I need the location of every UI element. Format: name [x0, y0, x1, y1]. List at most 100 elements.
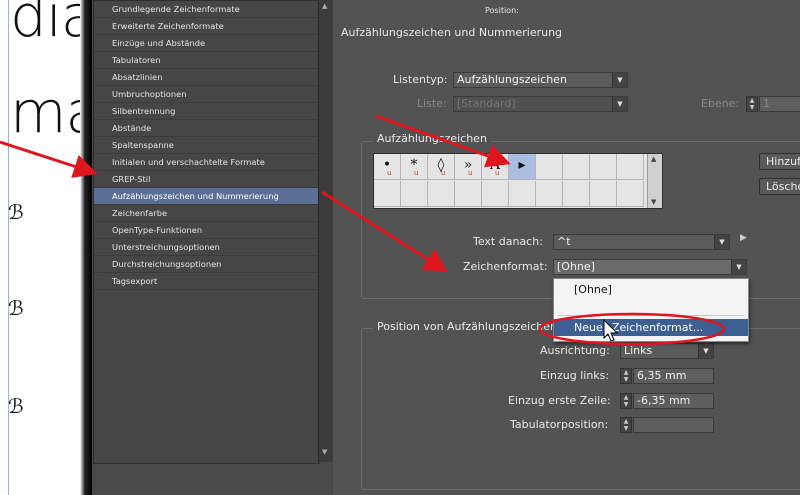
glyph-cell[interactable]: * u — [401, 154, 428, 180]
unicode-marker: u — [441, 169, 446, 177]
menu-item-neues-zeichenformat[interactable]: Neues Zeichenformat... — [554, 319, 748, 336]
category-item[interactable]: GREP-Stil — [94, 171, 319, 188]
glyph-cell[interactable] — [590, 154, 617, 180]
einzug-erste-label: Einzug erste Zeile: — [508, 394, 611, 407]
glyph-cell[interactable] — [374, 181, 401, 207]
zeichenformat-popup-menu[interactable]: [Ohne] Neues Zeichenformat... — [553, 278, 749, 342]
glyph-cell[interactable] — [509, 181, 536, 207]
zeichenformat-value: [Ohne] — [557, 260, 595, 273]
glyph-grid-scrollbar[interactable]: ▲ ▼ — [647, 154, 662, 208]
scroll-down-icon[interactable]: ▼ — [651, 198, 656, 206]
bullets-group-title: Aufzählungszeichen — [373, 132, 491, 145]
liste-dropdown[interactable]: [Standard] ▼ — [453, 96, 628, 112]
zeichenformat-dropdown[interactable]: [Ohne] ▼ — [553, 259, 747, 275]
guide-line — [8, 0, 9, 495]
ebene-stepper[interactable]: ▲ ▼ — [746, 96, 758, 112]
tabulator-field[interactable] — [633, 417, 714, 433]
glyph-cell[interactable] — [536, 181, 563, 207]
ausrichtung-dropdown[interactable]: Links ▼ — [620, 343, 714, 359]
text-danach-label: Text danach: — [473, 235, 543, 248]
glyph-cell[interactable] — [536, 154, 563, 180]
category-item[interactable]: Abstände — [94, 120, 319, 137]
einzug-erste-field[interactable]: -6,35 mm — [633, 393, 714, 409]
bullet-glyph: ℬ — [8, 200, 24, 224]
category-item[interactable]: Initialen und verschachtelte Formate — [94, 154, 319, 171]
liste-label: Liste: — [417, 97, 447, 110]
scroll-down-icon[interactable]: ▼ — [322, 448, 327, 456]
category-item[interactable]: Spaltenspanne — [94, 137, 319, 154]
category-item[interactable]: Silbentrennung — [94, 103, 319, 120]
chevron-down-icon[interactable]: ▼ — [698, 344, 713, 358]
chevron-down-icon[interactable]: ▼ — [612, 97, 627, 111]
special-char-menu-icon[interactable]: ▶ — [740, 233, 747, 243]
liste-value: [Standard] — [457, 97, 516, 110]
category-item[interactable]: Unterstreichungsoptionen — [94, 239, 319, 256]
category-item[interactable]: Absatzlinien — [94, 69, 319, 86]
text-danach-value: ^t — [557, 235, 571, 248]
glyph-cell[interactable] — [617, 154, 644, 180]
delete-button[interactable]: Löschen — [759, 178, 800, 195]
zeichenformat-label: Zeichenformat: — [463, 260, 548, 273]
document-canvas: dia ma ℬ ℬ ℬ — [0, 0, 92, 495]
category-item[interactable]: Tagsexport — [94, 273, 319, 290]
glyph-cell[interactable] — [482, 181, 509, 207]
text-danach-dropdown[interactable]: ^t ▼ — [553, 234, 730, 250]
chevron-down-icon[interactable]: ▼ — [714, 235, 729, 249]
glyph-cell[interactable] — [563, 181, 590, 207]
einzug-erste-stepper[interactable]: ▲ ▼ — [620, 393, 632, 409]
category-item[interactable]: Durchstreichungsoptionen — [94, 256, 319, 273]
einzug-links-field[interactable]: 6,35 mm — [633, 368, 714, 384]
unicode-marker: u — [387, 169, 392, 177]
tabulator-stepper[interactable]: ▲ ▼ — [620, 417, 632, 433]
glyph-cell[interactable] — [428, 181, 455, 207]
chevron-down-icon[interactable]: ▼ — [612, 73, 627, 87]
unicode-marker: u — [468, 169, 473, 177]
glyph-char: ▸ — [518, 157, 526, 173]
glyph-cell[interactable] — [401, 181, 428, 207]
glyph-cell[interactable] — [563, 154, 590, 180]
tabulator-label: Tabulatorposition: — [510, 418, 609, 431]
bullet-glyph: ℬ — [8, 296, 24, 320]
einzug-links-stepper[interactable]: ▲ ▼ — [620, 368, 632, 384]
glyph-cell[interactable] — [590, 181, 617, 207]
glyph-cell[interactable] — [617, 181, 644, 207]
scroll-up-icon[interactable]: ▲ — [651, 155, 656, 163]
category-item[interactable]: OpenType-Funktionen — [94, 222, 319, 239]
scroll-up-icon[interactable]: ▲ — [322, 2, 327, 10]
bullet-glyph: ℬ — [8, 394, 24, 418]
glyph-cell[interactable]: Au — [482, 154, 509, 180]
section-title: Aufzählungszeichen und Nummerierung — [341, 26, 563, 39]
unicode-marker: u — [414, 169, 419, 177]
category-list[interactable]: Grundlegende Zeichenformate Erweiterte Ze… — [93, 0, 320, 464]
chevron-down-icon[interactable]: ▼ — [731, 260, 746, 274]
options-panel: Position: Aufzählungszeichen und Nummeri… — [333, 0, 800, 495]
category-item[interactable]: Erweiterte Zeichenformate — [94, 18, 319, 35]
category-item[interactable]: Einzüge und Abstände — [94, 35, 319, 52]
einzug-links-label: Einzug links: — [540, 369, 610, 382]
glyph-cell[interactable]: ▸ — [509, 154, 536, 180]
ebene-field[interactable]: 1 — [759, 96, 800, 112]
ausrichtung-label: Ausrichtung: — [540, 344, 610, 357]
menu-item-ohne[interactable]: [Ohne] — [554, 281, 748, 298]
category-item[interactable]: Aufzählungszeichen und Nummerierung — [94, 188, 319, 205]
position-group-title: Position von Aufzählungszeichen — [373, 320, 561, 333]
category-item[interactable]: Zeichenfarbe — [94, 205, 319, 222]
glyph-cell[interactable]: ◊ u — [428, 154, 455, 180]
category-item[interactable]: Umbruchoptionen — [94, 86, 319, 103]
unicode-marker: u — [495, 169, 500, 177]
listentyp-dropdown[interactable]: Aufzählungszeichen ▼ — [453, 72, 628, 88]
glyph-cell[interactable] — [455, 181, 482, 207]
listentyp-value: Aufzählungszeichen — [457, 73, 567, 86]
bullet-glyph-grid[interactable]: ▲ ▼ • u * u ◊ u» u Au ▸ — [373, 153, 663, 209]
ausrichtung-value: Links — [624, 344, 653, 357]
glyph-cell[interactable]: » u — [455, 154, 482, 180]
listentyp-label: Listentyp: — [393, 73, 448, 86]
add-button[interactable]: Hinzufügen... — [759, 153, 800, 170]
glyph-cell[interactable]: • u — [374, 154, 401, 180]
category-item[interactable]: Grundlegende Zeichenformate — [94, 1, 319, 18]
category-scrollbar[interactable]: ▲ ▼ — [318, 0, 333, 462]
page-edge-shadow — [80, 0, 92, 495]
category-item[interactable]: Tabulatoren — [94, 52, 319, 69]
menu-separator — [558, 315, 744, 316]
position-label: Position: — [485, 6, 519, 15]
